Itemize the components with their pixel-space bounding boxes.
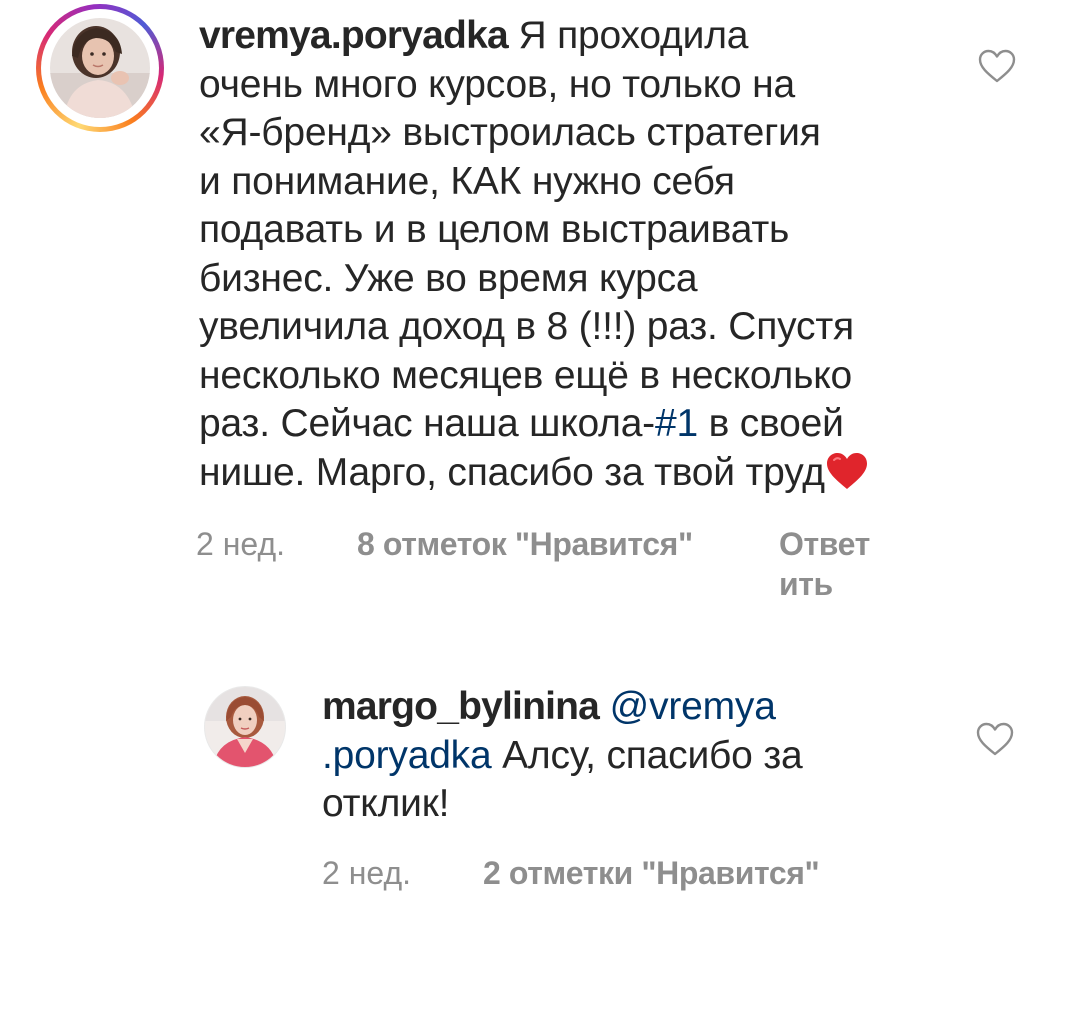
comment-time: 2 нед. — [196, 526, 286, 562]
likes-count-button[interactable]: 8 отметок "Нравится" — [357, 524, 693, 564]
like-heart-icon[interactable] — [975, 721, 1015, 757]
comment-line: несколько месяцев ещё в несколько — [199, 353, 853, 397]
comment-line: бизнес. Уже во время курса — [199, 256, 698, 300]
comment-line-1: vremya.poryadka Я проходила — [199, 12, 959, 61]
reply-button[interactable]: Ответить — [779, 524, 889, 604]
likes-count-button[interactable]: 2 отметки "Нравится" — [483, 853, 820, 893]
comment-line-1: margo_bylinina @vremya — [322, 683, 942, 732]
avatar — [205, 687, 285, 767]
avatar-image — [50, 18, 150, 118]
comment-line: подавать и в целом выстраивать — [199, 208, 790, 251]
comment-line: и понимание, КАК нужно себя — [199, 159, 735, 203]
comment-line: отклик! — [322, 782, 450, 825]
comment-line: очень много курсов, но только на — [199, 62, 795, 106]
comment-line: нише. Марго, спасибо за твой труд — [199, 449, 959, 498]
comment-username[interactable]: margo_bylinina — [322, 685, 600, 728]
avatar-story-ring[interactable] — [36, 4, 164, 132]
mention-link[interactable]: @vremya — [599, 685, 776, 728]
comment-username[interactable]: vremya.poryadka — [199, 14, 509, 57]
comment-line: .poryadka Алсу, спасибо за — [322, 733, 803, 777]
avatar — [50, 18, 150, 118]
avatar-image — [205, 687, 285, 767]
comment-line: увеличила доход в 8 (!!!) раз. Спустя — [199, 305, 854, 348]
mention-link[interactable]: .poryadka — [322, 734, 492, 777]
comment-line: «Я-бренд» выстроилась стратегия — [199, 111, 821, 154]
hashtag-link[interactable]: #1 — [655, 402, 698, 445]
comment-line: раз. Сейчас наша школа-#1 в своей — [199, 402, 844, 445]
comment-text: margo_bylinina @vremya .poryadka Алсу, с… — [322, 683, 942, 829]
like-heart-icon[interactable] — [977, 48, 1017, 84]
comment-time: 2 нед. — [322, 855, 412, 891]
comment-body: Я проходила — [507, 14, 749, 57]
comment-text: vremya.poryadka Я проходила очень много … — [199, 12, 959, 497]
avatar-ring[interactable] — [204, 686, 286, 768]
red-heart-emoji — [826, 452, 867, 489]
